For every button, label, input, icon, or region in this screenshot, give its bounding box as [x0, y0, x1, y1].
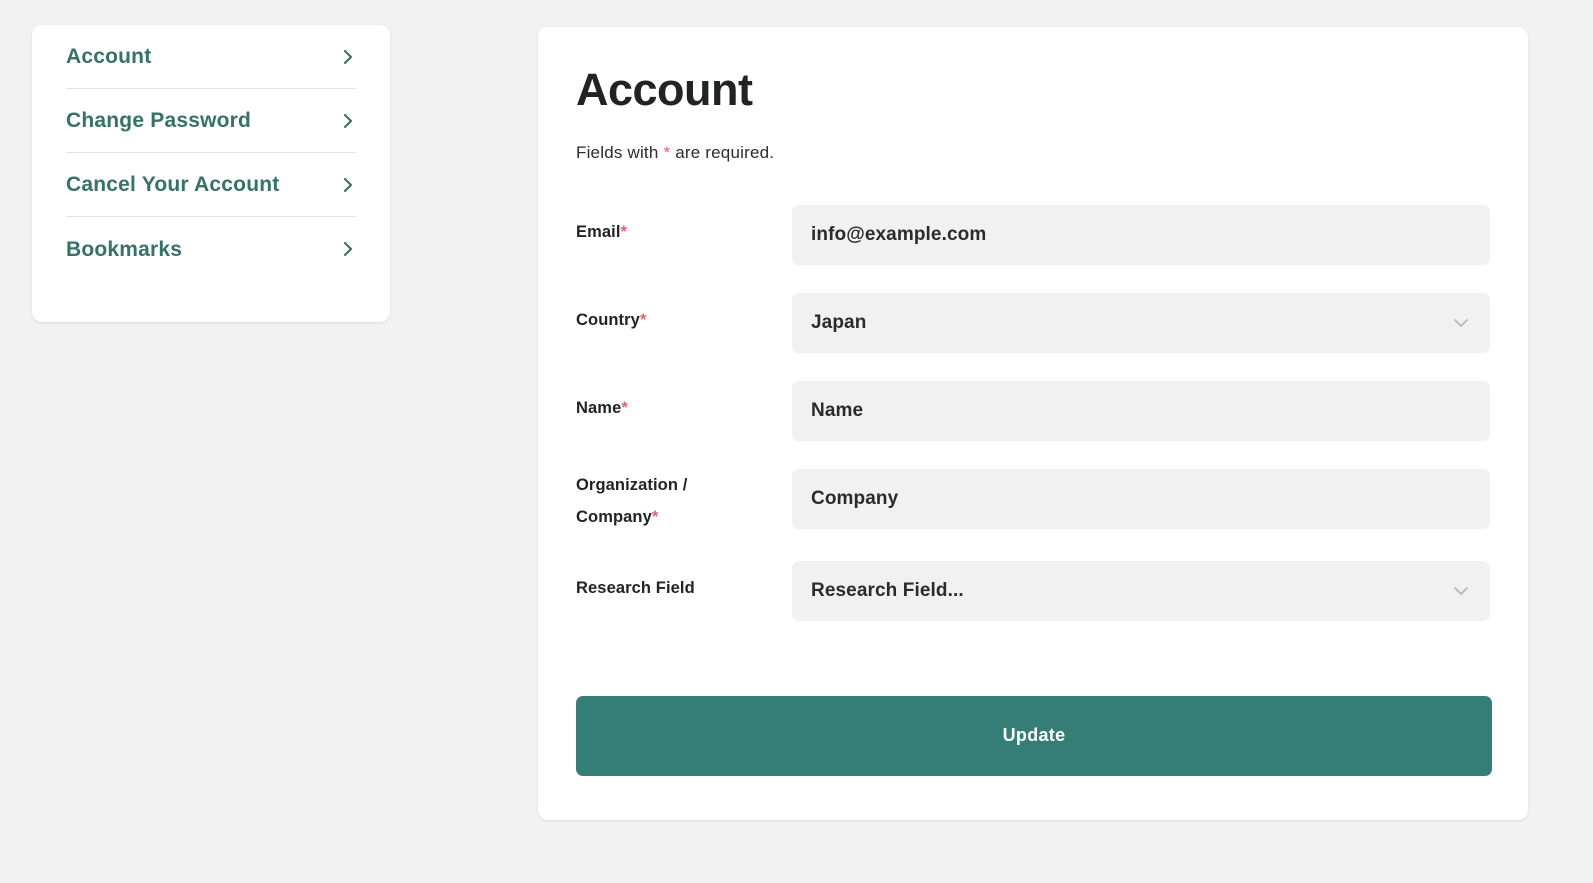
research-field-select[interactable]: Research Field...: [792, 560, 1490, 621]
sidebar-item-cancel-your-account[interactable]: Cancel Your Account: [66, 153, 356, 217]
email-input[interactable]: [792, 204, 1490, 265]
required-note-suffix: are required.: [670, 142, 775, 162]
name-label-text: Name: [576, 398, 622, 417]
chevron-right-icon: [340, 177, 356, 193]
required-asterisk-icon: *: [621, 398, 628, 417]
country-field-wrap: Japan: [792, 292, 1490, 353]
country-label-text: Country: [576, 310, 640, 329]
organization-label-line2-wrap: Company*: [576, 501, 792, 533]
sidebar-nav-list: Account Change Password Cancel Your Acco…: [66, 25, 356, 281]
research-field-label-text: Research Field: [576, 578, 695, 597]
country-select[interactable]: Japan: [792, 292, 1490, 353]
sidebar-item-label: Change Password: [66, 109, 252, 132]
sidebar-item-account[interactable]: Account: [66, 25, 356, 89]
update-button[interactable]: Update: [576, 695, 1492, 776]
name-field-wrap: [792, 380, 1490, 441]
sidebar-nav-card: Account Change Password Cancel Your Acco…: [32, 25, 390, 322]
research-field-wrap: Research Field...: [792, 560, 1490, 621]
form-row-research-field: Research Field Research Field...: [576, 560, 1490, 621]
required-asterisk-icon: *: [639, 310, 647, 329]
sidebar-item-label: Bookmarks: [66, 237, 183, 261]
form-row-name: Name*: [576, 380, 1490, 441]
email-label-text: Email: [576, 222, 621, 241]
name-input[interactable]: [792, 380, 1490, 441]
page-title: Account: [576, 64, 753, 115]
account-form: Email* Country* Japan: [576, 204, 1492, 776]
organization-field-wrap: [792, 468, 1490, 529]
email-field-wrap: [792, 204, 1490, 265]
name-label: Name*: [576, 381, 792, 425]
account-settings-card: Account Fields with * are required. Emai…: [538, 27, 1528, 820]
form-row-organization: Organization / Company*: [576, 468, 1490, 533]
organization-input[interactable]: [792, 468, 1490, 529]
form-row-country: Country* Japan: [576, 292, 1490, 353]
sidebar-item-label: Account: [66, 45, 152, 68]
chevron-right-icon: [340, 113, 356, 129]
research-field-label: Research Field: [576, 561, 792, 605]
organization-label: Organization / Company*: [576, 469, 792, 533]
form-row-email: Email*: [576, 204, 1490, 265]
required-asterisk-icon: *: [620, 222, 628, 241]
research-field-select-value: Research Field...: [811, 579, 964, 601]
required-asterisk-icon: *: [651, 507, 659, 526]
country-select-value: Japan: [811, 311, 867, 333]
sidebar-item-label: Cancel Your Account: [66, 173, 280, 196]
chevron-right-icon: [340, 49, 356, 65]
organization-label-line1: Organization /: [576, 475, 688, 494]
sidebar-item-bookmarks[interactable]: Bookmarks: [66, 217, 356, 281]
required-note-prefix: Fields with: [576, 142, 664, 162]
chevron-right-icon: [340, 241, 356, 257]
sidebar-item-change-password[interactable]: Change Password: [66, 89, 356, 153]
organization-label-line2: Company: [576, 507, 652, 526]
email-label: Email*: [576, 205, 792, 249]
required-fields-note: Fields with * are required.: [576, 143, 1490, 163]
country-label: Country*: [576, 293, 792, 337]
